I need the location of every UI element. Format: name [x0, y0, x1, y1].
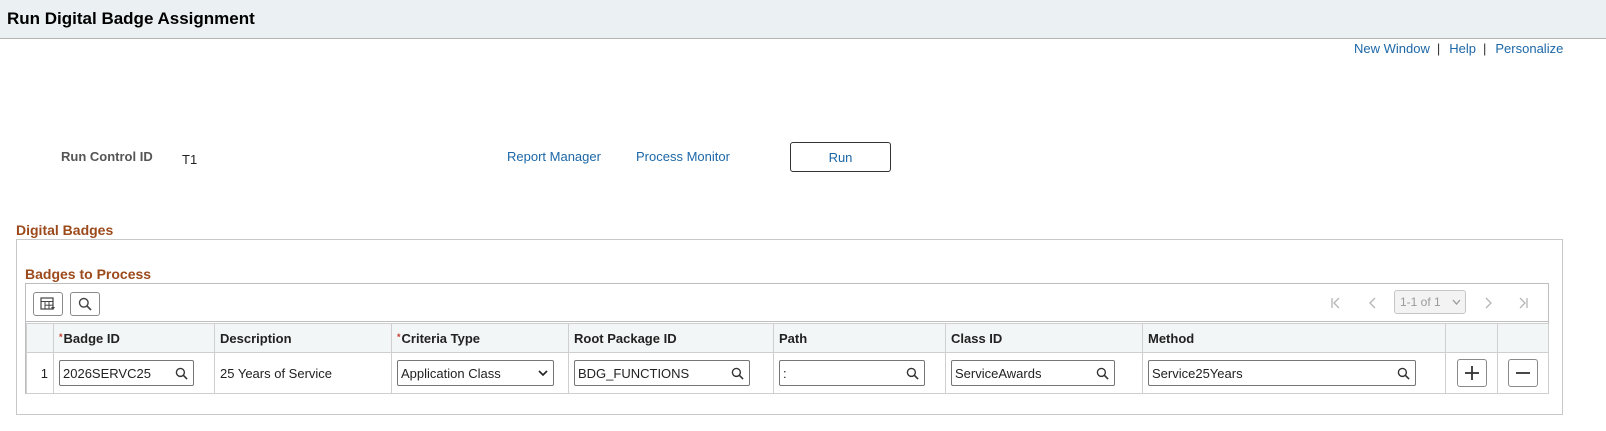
pager-text: 1-1 of 1	[1400, 295, 1441, 309]
delete-row-button[interactable]	[1508, 359, 1538, 387]
page-title: Run Digital Badge Assignment	[7, 9, 255, 28]
method-field[interactable]: Service25Years	[1148, 360, 1416, 386]
path-value: :	[783, 365, 787, 381]
personalize-grid-icon[interactable]	[33, 292, 63, 316]
page-title-bar: Run Digital Badge Assignment	[0, 0, 1606, 39]
lookup-search-icon[interactable]	[1093, 364, 1111, 382]
add-row-header	[1445, 323, 1498, 353]
badges-grid: 1-1 of 1 *Badge ID Description *Criteria…	[25, 283, 1549, 394]
lookup-search-icon[interactable]	[728, 364, 746, 382]
chevron-down-icon	[536, 369, 550, 377]
class-id-value: ServiceAwards	[955, 365, 1042, 381]
method-cell: Service25Years	[1142, 352, 1446, 394]
path-cell: :	[773, 352, 946, 394]
root-package-id-cell: BDG_FUNCTIONS	[568, 352, 774, 394]
criteria-type-value: Application Class	[401, 365, 501, 381]
last-page-icon[interactable]	[1513, 293, 1533, 313]
class-id-field[interactable]: ServiceAwards	[951, 360, 1115, 386]
path-field[interactable]: :	[779, 360, 925, 386]
criteria-type-select[interactable]: Application Class	[397, 360, 554, 386]
criteria-type-header: *Criteria Type	[391, 323, 569, 353]
description-header: Description	[214, 323, 392, 353]
digital-badges-section-title: Digital Badges	[16, 222, 114, 238]
grid-toolbar: 1-1 of 1	[26, 284, 1548, 322]
process-monitor-link[interactable]: Process Monitor	[636, 149, 730, 164]
row-number-header	[26, 323, 54, 353]
run-button[interactable]: Run	[790, 142, 891, 172]
plus-icon	[1464, 366, 1479, 380]
root-package-id-field[interactable]: BDG_FUNCTIONS	[574, 360, 750, 386]
link-separator: |	[1483, 41, 1487, 56]
badge-id-cell: 2026SERVC25	[53, 352, 215, 394]
help-link[interactable]: Help	[1449, 41, 1476, 56]
delete-row-header	[1497, 323, 1549, 353]
first-page-icon[interactable]	[1326, 293, 1346, 313]
delete-row-cell	[1497, 352, 1549, 394]
find-icon[interactable]	[70, 292, 100, 316]
run-control-id-value: T1	[182, 152, 198, 167]
personalize-link[interactable]: Personalize	[1495, 41, 1563, 56]
previous-page-icon[interactable]	[1363, 293, 1383, 313]
description-cell: 25 Years of Service	[214, 352, 392, 394]
criteria-type-cell: Application Class	[391, 352, 569, 394]
add-row-cell	[1445, 352, 1498, 394]
criteria-type-header-label: Criteria Type	[401, 330, 481, 346]
badge-id-header-label: Badge ID	[63, 330, 120, 346]
path-header: Path	[773, 323, 946, 353]
root-package-id-value: BDG_FUNCTIONS	[578, 365, 690, 381]
badges-to-process-title: Badges to Process	[25, 266, 152, 282]
new-window-link[interactable]: New Window	[1354, 41, 1430, 56]
chevron-down-icon	[1452, 291, 1461, 320]
minus-icon	[1516, 372, 1530, 374]
badge-id-field[interactable]: 2026SERVC25	[59, 360, 194, 386]
method-header: Method	[1142, 323, 1446, 353]
lookup-search-icon[interactable]	[172, 364, 190, 382]
class-id-cell: ServiceAwards	[945, 352, 1143, 394]
add-row-button[interactable]	[1456, 359, 1487, 387]
next-page-icon[interactable]	[1478, 293, 1498, 313]
required-marker: *	[59, 331, 63, 342]
class-id-header: Class ID	[945, 323, 1143, 353]
badge-id-header: *Badge ID	[53, 323, 215, 353]
badge-id-value: 2026SERVC25	[63, 365, 151, 381]
lookup-search-icon[interactable]	[1394, 364, 1412, 382]
run-control-id-label: Run Control ID	[61, 149, 153, 164]
report-manager-link[interactable]: Report Manager	[507, 149, 601, 164]
table-row: 1 2026SERVC25 25 Years of Service Applic…	[26, 352, 1549, 394]
method-value: Service25Years	[1152, 365, 1243, 381]
row-number: 1	[26, 352, 54, 394]
link-separator: |	[1436, 41, 1441, 56]
root-package-id-header: Root Package ID	[568, 323, 774, 353]
header-links: New Window | Help | Personalize	[1354, 41, 1563, 56]
badges-table: *Badge ID Description *Criteria Type Roo…	[26, 323, 1549, 394]
lookup-search-icon[interactable]	[903, 364, 921, 382]
table-header-row: *Badge ID Description *Criteria Type Roo…	[26, 323, 1549, 353]
pager-select[interactable]: 1-1 of 1	[1394, 290, 1466, 314]
required-marker: *	[397, 331, 401, 342]
